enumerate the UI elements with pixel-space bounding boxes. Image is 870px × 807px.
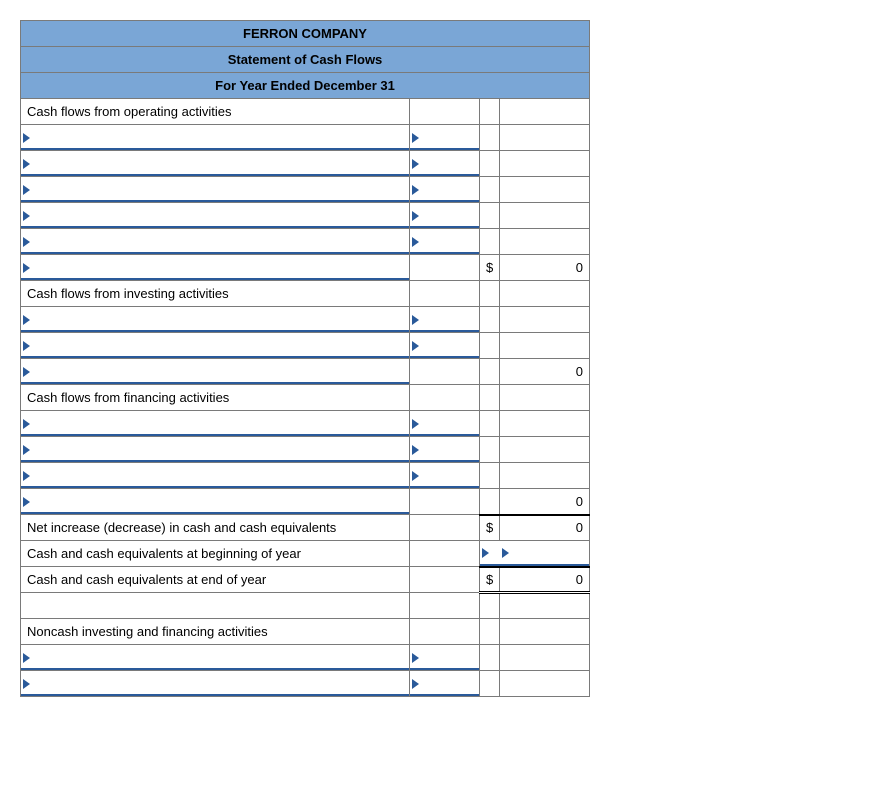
cell xyxy=(410,385,480,411)
cell xyxy=(410,281,480,307)
operating-item-dropdown[interactable] xyxy=(21,203,410,229)
cell xyxy=(479,99,499,125)
operating-item-dropdown[interactable] xyxy=(21,229,410,255)
cell xyxy=(500,203,590,229)
cell xyxy=(410,99,480,125)
cell xyxy=(479,619,499,645)
beginning-cash-label: Cash and cash equivalents at beginning o… xyxy=(21,541,410,567)
financing-amount-dropdown[interactable] xyxy=(410,411,480,437)
investing-total: 0 xyxy=(500,359,590,385)
financing-item-dropdown[interactable] xyxy=(21,463,410,489)
noncash-item-dropdown[interactable] xyxy=(21,671,410,697)
cell xyxy=(479,463,499,489)
operating-item-dropdown[interactable] xyxy=(21,177,410,203)
operating-amount-dropdown[interactable] xyxy=(410,177,480,203)
statement-title: Statement of Cash Flows xyxy=(21,47,590,73)
noncash-section-label: Noncash investing and financing activiti… xyxy=(21,619,410,645)
financing-total: 0 xyxy=(500,489,590,515)
cell xyxy=(410,515,480,541)
financing-item-dropdown[interactable] xyxy=(21,411,410,437)
cell xyxy=(500,463,590,489)
cell xyxy=(479,229,499,255)
cell xyxy=(500,619,590,645)
ending-cash-label: Cash and cash equivalents at end of year xyxy=(21,567,410,593)
cell xyxy=(479,333,499,359)
financing-item-dropdown[interactable] xyxy=(21,489,410,515)
investing-item-dropdown[interactable] xyxy=(21,333,410,359)
cell xyxy=(500,99,590,125)
cell xyxy=(479,359,499,385)
financing-item-dropdown[interactable] xyxy=(21,437,410,463)
cell xyxy=(479,489,499,515)
cell xyxy=(479,385,499,411)
cell xyxy=(479,281,499,307)
beginning-cash-dropdown[interactable] xyxy=(479,541,499,567)
cell xyxy=(479,593,499,619)
cell xyxy=(500,125,590,151)
cell xyxy=(500,229,590,255)
cell xyxy=(500,281,590,307)
currency-symbol: $ xyxy=(479,567,499,593)
cell xyxy=(500,411,590,437)
cell xyxy=(479,125,499,151)
cell xyxy=(500,177,590,203)
cell xyxy=(410,359,480,385)
cell xyxy=(500,307,590,333)
beginning-cash-dropdown[interactable] xyxy=(500,541,590,567)
operating-amount-dropdown[interactable] xyxy=(410,203,480,229)
operating-amount-dropdown[interactable] xyxy=(410,229,480,255)
financing-section-label: Cash flows from financing activities xyxy=(21,385,410,411)
cell xyxy=(479,203,499,229)
company-header: FERRON COMPANY xyxy=(21,21,590,47)
period-header: For Year Ended December 31 xyxy=(21,73,590,99)
operating-amount-dropdown[interactable] xyxy=(410,151,480,177)
cell xyxy=(479,437,499,463)
investing-item-dropdown[interactable] xyxy=(21,359,410,385)
cell xyxy=(479,671,499,697)
noncash-amount-dropdown[interactable] xyxy=(410,645,480,671)
cell xyxy=(500,437,590,463)
cell xyxy=(21,593,410,619)
cell xyxy=(500,593,590,619)
operating-amount-dropdown[interactable] xyxy=(410,125,480,151)
cell xyxy=(479,645,499,671)
investing-amount-dropdown[interactable] xyxy=(410,307,480,333)
operating-item-dropdown[interactable] xyxy=(21,151,410,177)
financing-amount-dropdown[interactable] xyxy=(410,437,480,463)
cell xyxy=(410,567,480,593)
investing-amount-dropdown[interactable] xyxy=(410,333,480,359)
cell xyxy=(479,411,499,437)
cell xyxy=(500,151,590,177)
net-increase-label: Net increase (decrease) in cash and cash… xyxy=(21,515,410,541)
cash-flow-statement: FERRON COMPANY Statement of Cash Flows F… xyxy=(20,20,590,697)
cell xyxy=(500,333,590,359)
cell xyxy=(410,489,480,515)
financing-amount-dropdown[interactable] xyxy=(410,463,480,489)
currency-symbol: $ xyxy=(479,255,499,281)
noncash-item-dropdown[interactable] xyxy=(21,645,410,671)
cell xyxy=(410,255,480,281)
noncash-amount-dropdown[interactable] xyxy=(410,671,480,697)
cell xyxy=(500,385,590,411)
currency-symbol: $ xyxy=(479,515,499,541)
cell xyxy=(479,307,499,333)
cell xyxy=(410,541,480,567)
cell xyxy=(500,645,590,671)
cell xyxy=(500,671,590,697)
cell xyxy=(410,619,480,645)
ending-cash-value: 0 xyxy=(500,567,590,593)
operating-item-dropdown[interactable] xyxy=(21,125,410,151)
investing-section-label: Cash flows from investing activities xyxy=(21,281,410,307)
cell xyxy=(479,151,499,177)
cell xyxy=(410,593,480,619)
operating-section-label: Cash flows from operating activities xyxy=(21,99,410,125)
net-increase-value: 0 xyxy=(500,515,590,541)
operating-total: 0 xyxy=(500,255,590,281)
operating-item-dropdown[interactable] xyxy=(21,255,410,281)
investing-item-dropdown[interactable] xyxy=(21,307,410,333)
cell xyxy=(479,177,499,203)
